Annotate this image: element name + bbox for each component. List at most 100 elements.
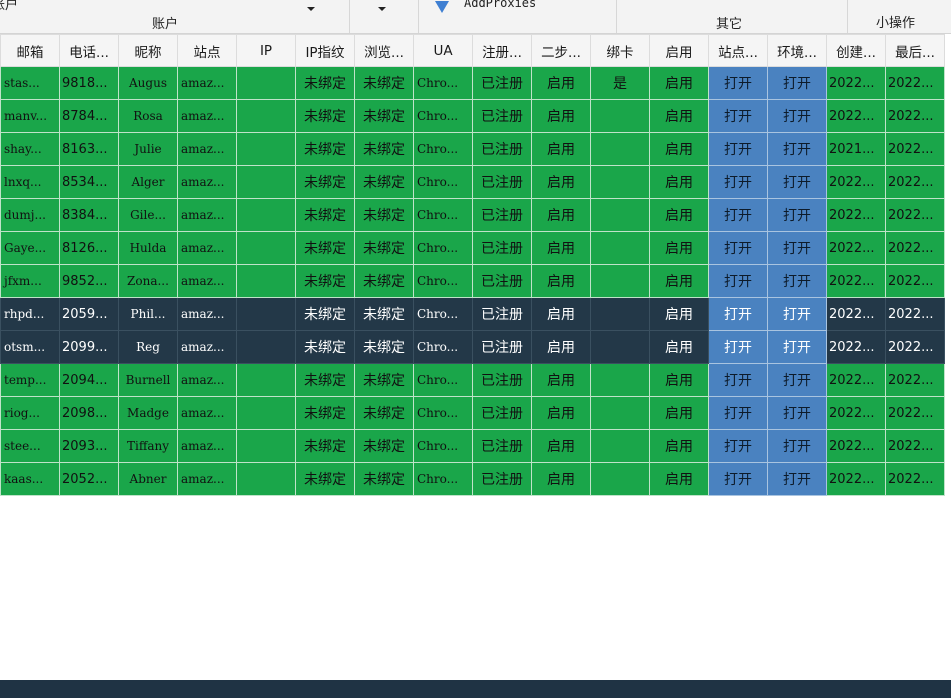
nickname-cell: Gile...: [118, 198, 178, 232]
column-header-site[interactable]: 站点: [177, 34, 237, 67]
open-env-button[interactable]: 打开: [767, 396, 827, 430]
enabled-cell: 启用: [649, 99, 709, 133]
column-header-two-step[interactable]: 二步...: [531, 34, 591, 67]
table-row[interactable]: otsm... 2099... Reg amaz... 未绑定 未绑定 Chro... 已注册…: [0, 330, 945, 364]
table-row[interactable]: lnxq... 8534... Alger amaz... 未绑定 未绑定 Chro... 已…: [0, 165, 945, 199]
open-env-button[interactable]: 打开: [767, 429, 827, 463]
registered-cell: 已注册: [472, 330, 532, 364]
open-site-button[interactable]: 打开: [708, 132, 768, 166]
table-row[interactable]: manv... 8784... Rosa amaz... 未绑定 未绑定 Chro... 已注…: [0, 99, 945, 133]
site-cell: amaz...: [177, 330, 237, 364]
status-bar: [0, 680, 951, 698]
table-row[interactable]: stee... 2093... Tiffany amaz... 未绑定 未绑定 Chro..…: [0, 429, 945, 463]
open-site-button[interactable]: 打开: [708, 297, 768, 331]
two-step-cell: 启用: [531, 165, 591, 199]
column-header-ip[interactable]: IP: [236, 34, 296, 67]
email-cell: manv...: [0, 99, 60, 133]
open-site-button[interactable]: 打开: [708, 330, 768, 364]
table-row[interactable]: stas... 9818... Augus amaz... 未绑定 未绑定 Chro... 已…: [0, 66, 945, 100]
browser-cell: 未绑定: [354, 462, 414, 496]
table-row[interactable]: riog... 2098... Madge amaz... 未绑定 未绑定 Chro... 已…: [0, 396, 945, 430]
table-row[interactable]: temp... 2094... Burnell amaz... 未绑定 未绑定 Chro..…: [0, 363, 945, 397]
ua-cell: Chro...: [413, 198, 473, 232]
nickname-cell: Burnell: [118, 363, 178, 397]
open-site-button[interactable]: 打开: [708, 231, 768, 265]
table-row[interactable]: rhpd... 2059... Phil... amaz... 未绑定 未绑定 Chro..…: [0, 297, 945, 331]
open-site-button[interactable]: 打开: [708, 198, 768, 232]
open-env-button[interactable]: 打开: [767, 165, 827, 199]
open-site-button[interactable]: 打开: [708, 363, 768, 397]
phone-cell: 2098...: [59, 396, 119, 430]
table-row[interactable]: shay... 8163... Julie amaz... 未绑定 未绑定 Chro... 已…: [0, 132, 945, 166]
add-proxies-icon[interactable]: [435, 1, 449, 13]
table-row[interactable]: Gaye... 8126... Hulda amaz... 未绑定 未绑定 Chro... 已…: [0, 231, 945, 265]
column-header-ip-fingerprint[interactable]: IP指纹: [295, 34, 355, 67]
registered-cell: 已注册: [472, 396, 532, 430]
created-cell: 2022...: [826, 231, 886, 265]
open-site-button[interactable]: 打开: [708, 429, 768, 463]
phone-cell: 8163...: [59, 132, 119, 166]
open-env-button[interactable]: 打开: [767, 132, 827, 166]
column-header-last[interactable]: 最后...: [885, 34, 945, 67]
column-header-created[interactable]: 创建...: [826, 34, 886, 67]
created-cell: 2022...: [826, 165, 886, 199]
column-header-phone[interactable]: 电话...: [59, 34, 119, 67]
created-cell: 2022...: [826, 396, 886, 430]
open-site-button[interactable]: 打开: [708, 66, 768, 100]
open-env-button[interactable]: 打开: [767, 198, 827, 232]
table-row[interactable]: dumj... 8384... Gile... amaz... 未绑定 未绑定 Chro..…: [0, 198, 945, 232]
open-site-button[interactable]: 打开: [708, 462, 768, 496]
open-env-button[interactable]: 打开: [767, 264, 827, 298]
column-header-env-open[interactable]: 环境...: [767, 34, 827, 67]
open-env-button[interactable]: 打开: [767, 66, 827, 100]
chevron-down-icon[interactable]: [307, 7, 315, 11]
enabled-cell: 启用: [649, 66, 709, 100]
ip-cell: [236, 396, 296, 430]
open-env-button[interactable]: 打开: [767, 462, 827, 496]
open-site-button[interactable]: 打开: [708, 165, 768, 199]
open-env-button[interactable]: 打开: [767, 231, 827, 265]
column-header-site-open[interactable]: 站点...: [708, 34, 768, 67]
add-proxies-button[interactable]: AddProxies: [464, 0, 536, 10]
browser-cell: 未绑定: [354, 198, 414, 232]
open-site-button[interactable]: 打开: [708, 396, 768, 430]
table-row[interactable]: jfxm... 9852... Zona... amaz... 未绑定 未绑定 Chro..…: [0, 264, 945, 298]
column-header-bind-card[interactable]: 绑卡: [590, 34, 650, 67]
ua-cell: Chro...: [413, 396, 473, 430]
ua-cell: Chro...: [413, 132, 473, 166]
site-cell: amaz...: [177, 363, 237, 397]
created-cell: 2022...: [826, 99, 886, 133]
phone-cell: 8126...: [59, 231, 119, 265]
table-row[interactable]: kaas... 2052... Abner amaz... 未绑定 未绑定 Chro... 已…: [0, 462, 945, 496]
open-env-button[interactable]: 打开: [767, 363, 827, 397]
open-env-button[interactable]: 打开: [767, 297, 827, 331]
ua-cell: Chro...: [413, 264, 473, 298]
site-cell: amaz...: [177, 198, 237, 232]
column-header-ua[interactable]: UA: [413, 34, 473, 67]
created-cell: 2022...: [826, 363, 886, 397]
open-env-button[interactable]: 打开: [767, 330, 827, 364]
accounts-grid: 邮箱 电话... 昵称 站点 IP IP指纹 浏览... UA 注册... 二步…: [0, 34, 945, 496]
browser-cell: 未绑定: [354, 363, 414, 397]
ip-fingerprint-cell: 未绑定: [295, 231, 355, 265]
column-header-nickname[interactable]: 昵称: [118, 34, 178, 67]
open-env-button[interactable]: 打开: [767, 99, 827, 133]
open-site-button[interactable]: 打开: [708, 264, 768, 298]
column-header-email[interactable]: 邮箱: [0, 34, 60, 67]
browser-cell: 未绑定: [354, 264, 414, 298]
bind-card-cell: [590, 363, 650, 397]
open-site-button[interactable]: 打开: [708, 99, 768, 133]
enabled-cell: 启用: [649, 297, 709, 331]
ua-cell: Chro...: [413, 231, 473, 265]
two-step-cell: 启用: [531, 297, 591, 331]
ip-cell: [236, 198, 296, 232]
ribbon-separator: [418, 0, 419, 33]
ribbon-top-left-label: 账户: [0, 0, 19, 13]
column-header-registered[interactable]: 注册...: [472, 34, 532, 67]
registered-cell: 已注册: [472, 99, 532, 133]
column-header-enabled[interactable]: 启用: [649, 34, 709, 67]
ip-fingerprint-cell: 未绑定: [295, 198, 355, 232]
chevron-down-icon[interactable]: [378, 7, 386, 11]
column-header-browser[interactable]: 浏览...: [354, 34, 414, 67]
email-cell: stee...: [0, 429, 60, 463]
